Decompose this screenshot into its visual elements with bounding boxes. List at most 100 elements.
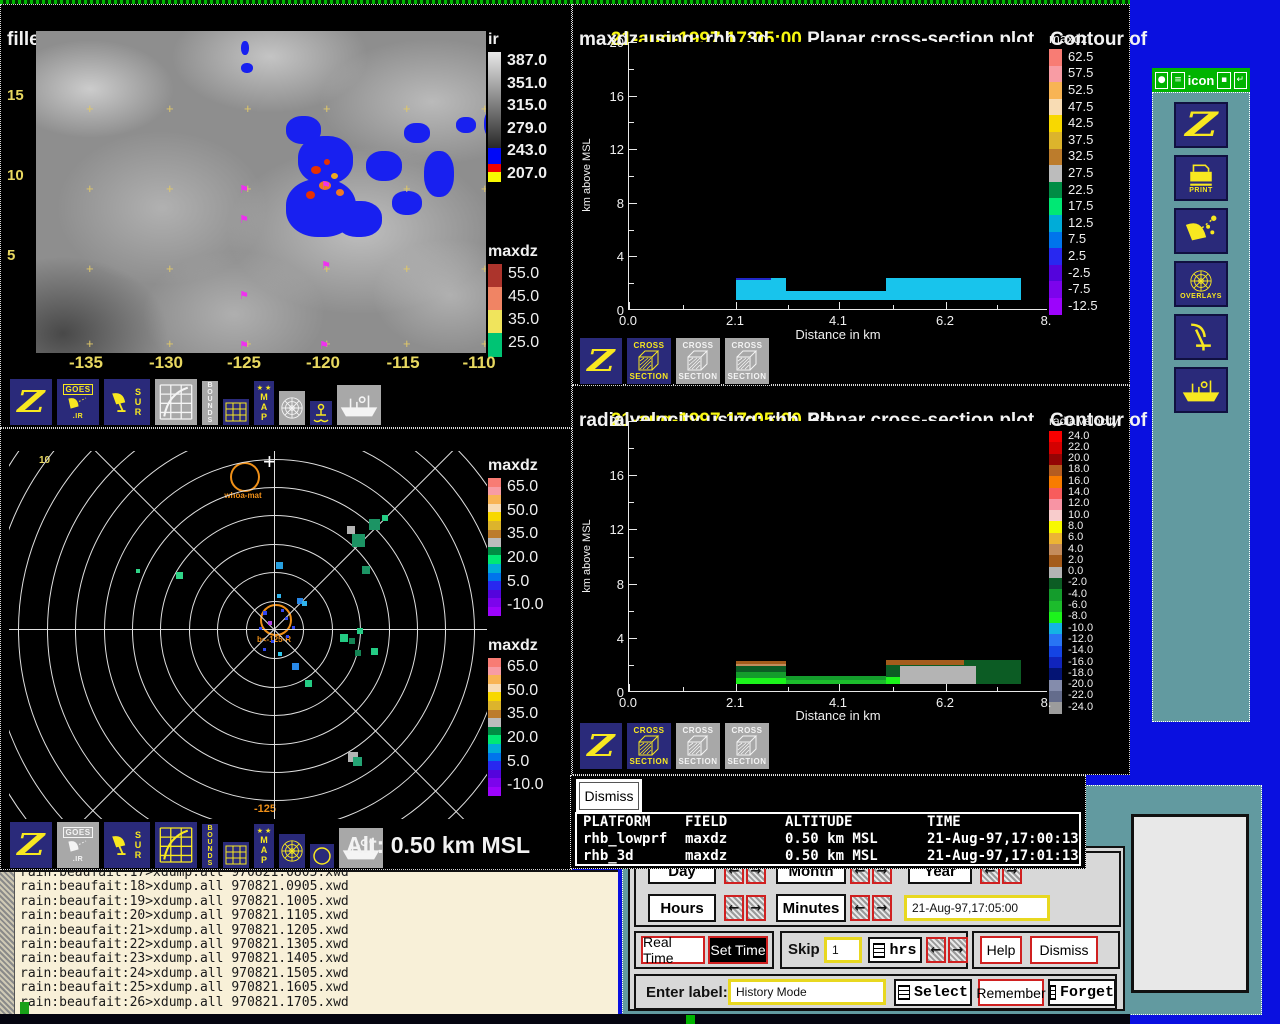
x-tick-label: 2.1 (725, 313, 745, 328)
toolbar-map-button[interactable]: ★ ★ MAP (253, 380, 275, 426)
palette-antenna-button[interactable] (1174, 314, 1228, 360)
palette-dish-button[interactable] (1174, 208, 1228, 254)
y-minor-tick (629, 283, 634, 285)
window-dot-icon[interactable]: ▪ (1217, 71, 1231, 89)
window-iconify-icon[interactable]: ↵ (1233, 71, 1247, 89)
colorbar-swatch (1049, 645, 1062, 658)
window-menu-icon[interactable]: ● (1155, 71, 1169, 89)
colorbar-swatch (1049, 498, 1062, 511)
popup-dismiss-button[interactable]: Dismiss (579, 782, 639, 810)
toolbar-map-button[interactable]: ★ ★ MAP (253, 823, 275, 869)
x-tick (946, 684, 947, 691)
colorbar-swatch (1049, 82, 1062, 100)
section-label: SECTION (629, 757, 669, 766)
toolbar-grid-button[interactable] (154, 821, 198, 869)
toolbar-grid-button[interactable] (154, 378, 198, 426)
cross-label: CROSS (633, 726, 665, 735)
minutes-increment-button[interactable]: → (872, 895, 892, 921)
print-label: PRINT (1189, 186, 1213, 194)
toolbar-bounds-button[interactable]: BOUNDS (201, 380, 219, 426)
toolbar-goes-button[interactable]: GOES .IR (56, 821, 100, 869)
radar-satellite-icon (1185, 215, 1217, 241)
colorbar-swatch (1049, 600, 1062, 613)
colorbar-tick-label: 2.5 (1068, 248, 1087, 264)
overlays-label: OVERLAYS (1180, 292, 1222, 300)
toolbar-circle-button[interactable] (309, 843, 335, 869)
remember-button[interactable]: Remember (976, 979, 1046, 1006)
toolbar-zebra-button[interactable]: Z (579, 722, 623, 770)
ir-maxdz-colorbar: 55.0 45.0 35.0 25.0 (488, 264, 562, 360)
toolbar-xsec-button[interactable]: CROSS SECTION (626, 722, 672, 770)
zebra-logo-icon: Z (17, 384, 45, 420)
palette-ship-button[interactable] (1174, 367, 1228, 413)
toolbar-goes-button[interactable]: GOES .IR (56, 378, 100, 426)
colorbar-swatch (1049, 65, 1062, 83)
ppi-colorbar2: 65.0 50.0 35.0 20.0 5.0 -10.0 (488, 658, 561, 800)
toolbar-wheel-button[interactable] (278, 833, 306, 869)
select-button[interactable]: Select (894, 979, 972, 1006)
zebra-desktop: 21-aug-1997,17:05:00 ir plot. Rhb_lowprf… (0, 0, 1280, 1024)
toolbar-zebra-button[interactable]: Z (579, 337, 623, 385)
icon-palette-titlebar[interactable]: ● ≡ icon ▪ ↵ (1152, 68, 1250, 92)
toolbar-sgrid-button[interactable] (222, 841, 250, 869)
skip-units-button[interactable]: hrs (868, 937, 922, 963)
latlon-grid-mark: + (86, 336, 94, 351)
minutes-decrement-button[interactable]: ← (850, 895, 870, 921)
toolbar-zebra-button[interactable]: Z (9, 378, 53, 426)
xs1-colorbar-label: maxdz (1049, 31, 1088, 46)
real-time-button[interactable]: Real Time (641, 934, 705, 966)
toolbar-xsec-button[interactable]: CROSS SECTION (675, 722, 721, 770)
toolbar-xsec-button[interactable]: CROSS SECTION (626, 337, 672, 385)
minutes-button[interactable]: Minutes (776, 894, 846, 922)
skip-back-button[interactable]: ← (926, 937, 946, 963)
skip-value-field[interactable]: 1 (824, 937, 862, 963)
forget-button[interactable]: Forget (1048, 979, 1116, 1006)
cross-label: CROSS (682, 726, 714, 735)
ir-x-tick-label: -135 (68, 353, 104, 372)
toolbar-bounds-button[interactable]: BOUNDS (201, 823, 219, 869)
goes-dish-icon (68, 840, 87, 852)
colorbar-swatch (1049, 566, 1062, 579)
ppi-toolbar: Z GOES .IR SUR BOUNDS ★ ★ MAP (9, 821, 384, 869)
toolbar-sur-button[interactable]: SUR (103, 378, 151, 426)
palette-overlays-button[interactable]: OVERLAYS (1174, 261, 1228, 307)
colorbar-tick-label: -24.0 (1068, 700, 1094, 713)
overlay-wheel-icon (1190, 269, 1212, 292)
palette-zebra-button[interactable]: Z (1174, 102, 1228, 148)
printer-icon (1190, 164, 1212, 186)
colorbar-swatch (1049, 115, 1062, 133)
hours-decrement-button[interactable]: ← (724, 895, 744, 921)
help-button[interactable]: Help (980, 936, 1022, 964)
radar-echo (353, 757, 362, 766)
colorbar-tick-label: 12.0 (1068, 497, 1090, 510)
history-listbox[interactable] (1131, 814, 1249, 993)
toolbar-zebra-button[interactable]: Z (9, 821, 53, 869)
radar-dish-icon (112, 393, 126, 412)
set-time-button[interactable]: Set Time (708, 936, 768, 964)
label-field[interactable]: History Mode (728, 979, 886, 1005)
y-minor-tick (629, 68, 634, 70)
toolbar-buoy-button[interactable] (309, 400, 333, 426)
toolbar-xsec-button[interactable]: CROSS SECTION (724, 337, 770, 385)
ir-colorbar-segment (488, 172, 501, 182)
toolbar-xsec-button[interactable]: CROSS SECTION (675, 337, 721, 385)
toolbar-xsec-button[interactable]: CROSS SECTION (724, 722, 770, 770)
terminal-scrollbar[interactable] (0, 872, 15, 1014)
contour-fill (736, 277, 787, 300)
window-list-icon[interactable]: ≡ (1171, 71, 1185, 89)
toolbar-sgrid-button[interactable] (222, 398, 250, 426)
hours-increment-button[interactable]: → (746, 895, 766, 921)
ir-x-tick-label: -115 (386, 353, 420, 372)
zebra-logo-icon: Z (587, 343, 615, 379)
palette-print-button[interactable]: PRINT (1174, 155, 1228, 201)
datetime-field[interactable]: 21-Aug-97,17:05:00 (904, 895, 1050, 921)
toolbar-ship-button[interactable] (336, 384, 382, 426)
latlon-grid-mark: + (403, 181, 411, 196)
y-tick (629, 475, 637, 477)
skip-forward-button[interactable]: → (948, 937, 968, 963)
hours-button[interactable]: Hours (648, 894, 716, 922)
colorbar-swatch (1049, 679, 1062, 692)
toolbar-sur-button[interactable]: SUR (103, 821, 151, 869)
toolbar-wheel-button[interactable] (278, 390, 306, 426)
time-dismiss-button[interactable]: Dismiss (1030, 936, 1098, 964)
